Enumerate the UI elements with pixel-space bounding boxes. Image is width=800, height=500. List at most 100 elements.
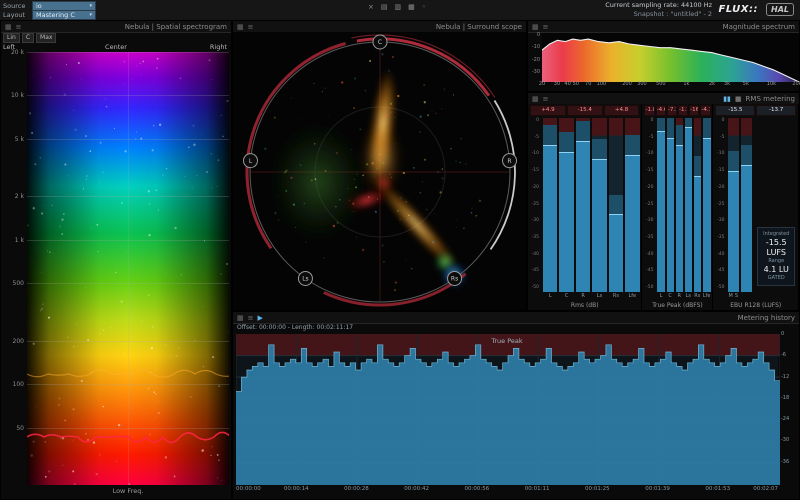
toolbar-icon-3[interactable]: ▦ (408, 3, 415, 11)
channel-meter (741, 118, 752, 292)
time-tick-label: 00:00:56 (465, 486, 490, 492)
readout-value: -4.6 (656, 105, 666, 116)
surround-scope-visual: CLRLsRs (233, 32, 526, 310)
panel-grid-icon[interactable]: ▦ (237, 22, 244, 32)
panel-grid-icon[interactable]: ▦ (532, 94, 539, 104)
toolbar-icon-2[interactable]: ▥ (395, 3, 402, 11)
scale-tick-label: -10 (646, 151, 653, 156)
spectrogram-mode-button[interactable]: Lin (3, 33, 20, 43)
spectrum-display[interactable] (542, 33, 797, 82)
meter-scale: 0-5-10-15-20-25-30-35-40-45-50 (642, 118, 655, 292)
channel-meter (609, 118, 623, 292)
channel-label: R (576, 293, 590, 301)
spectrum-freq-label: 20 (539, 81, 545, 87)
spectrogram-mode-button[interactable]: Max (36, 33, 56, 43)
channel-label: C (667, 293, 674, 301)
ebu-range-label: Range (759, 258, 793, 265)
readout-value: -4.1 (700, 105, 710, 116)
channel-meter (657, 118, 664, 292)
ebu-gate-label: GATED (759, 275, 793, 282)
channel-label: Lfe (625, 293, 639, 301)
readout-row: -15.5-13.7 (713, 104, 798, 117)
panel-menu-icon[interactable]: ≡ (16, 22, 22, 32)
sampling-rate-text: Current sampling rate: 44100 Hz (605, 1, 712, 10)
channel-meter (559, 118, 573, 292)
channel-meter (703, 118, 710, 292)
spectrum-freq-ticks: 20304050701002003005001k2k3k5k10k20k (542, 81, 797, 90)
snapshot-text: Snapshot : "untitled" - 2 (605, 10, 712, 19)
ebu-info-box: Integrated-15.5 LUFSRange4.1 LUGATED (757, 227, 795, 286)
scope-display[interactable]: CLRLsRs (233, 32, 526, 310)
panel-menu-icon[interactable]: ≡ (543, 94, 549, 104)
scale-tick-label: -30 (646, 218, 653, 223)
meter-caption: Rms (dB) (528, 301, 641, 310)
spectrum-freq-label: 20k (792, 81, 800, 87)
readout-value: -7.3 (667, 105, 677, 116)
scale-tick-label: -35 (717, 235, 724, 240)
meter-fill (685, 127, 692, 292)
channel-label-row: MS (713, 293, 798, 301)
scale-tick-label: -40 (717, 252, 724, 257)
stop-icon[interactable]: ■ (735, 94, 742, 104)
history-db-label: -18 (781, 396, 789, 401)
scale-tick-label: -20 (717, 185, 724, 190)
channel-meter (625, 118, 639, 292)
time-tick-label: 00:02:07 (753, 486, 778, 492)
scale-tick-label: -50 (717, 285, 724, 290)
panel-menu-icon[interactable]: ≡ (543, 22, 549, 32)
meter-scale: 0-5-10-15-20-25-30-35-40-45-50 (528, 118, 541, 292)
layout-select[interactable]: Mastering C ▾ (32, 10, 96, 20)
freq-tick-label: 1 k (15, 238, 24, 244)
scale-tick-label: -15 (717, 168, 724, 173)
channel-meter (728, 118, 739, 292)
freq-tick-label: 20 k (11, 50, 24, 56)
channel-label-row: LCRLsRsLfe (642, 293, 712, 301)
toolbar-icon-0[interactable]: × (368, 3, 374, 11)
panel-menu-icon[interactable]: ≡ (248, 22, 254, 32)
toolbar-icon-1[interactable]: ▤ (381, 3, 388, 11)
panel-grid-icon[interactable]: ▦ (237, 313, 244, 323)
scale-tick-label: -15 (532, 168, 539, 173)
channel-meter (576, 118, 590, 292)
channel-meter (685, 118, 692, 292)
spectrum-freq-label: 3k (724, 81, 730, 87)
panel-menu-icon[interactable]: ≡ (248, 313, 254, 323)
panel-title: Magnitude spectrum (723, 23, 795, 31)
spectrogram-header: ▦ ≡ Nebula | Spatial spectrogram (1, 21, 231, 33)
surround-scope-panel: ▦ ≡ Nebula | Surround scope (232, 20, 527, 311)
channel-meter (592, 118, 606, 292)
scale-tick-label: -10 (717, 151, 724, 156)
scale-tick-label: -5 (720, 135, 725, 140)
ebu-range-value: 4.1 LU (759, 265, 793, 275)
toolbar-icon-4[interactable]: ◦ (422, 3, 426, 11)
history-offset-text: Offset: 00:00:00 - Length: 00:02:11:17 (237, 324, 353, 331)
history-db-label: -12 (781, 375, 789, 380)
svg-text:R: R (507, 158, 511, 165)
spectrogram-display[interactable] (27, 52, 229, 485)
flux-logo: FLUX:: (719, 4, 758, 15)
meter-fill (559, 152, 573, 292)
spectrum-freq-label: 1k (683, 81, 689, 87)
source-label: Source (3, 2, 29, 10)
history-chart[interactable]: True Peak (236, 334, 778, 483)
spectrum-db-label: -20 (532, 58, 540, 63)
speaker-marker-L: L (243, 154, 257, 168)
channel-label: Ls (592, 293, 606, 301)
time-tick-label: 00:00:42 (404, 486, 429, 492)
spectrogram-mode-button[interactable]: C (22, 33, 34, 43)
meter-bars (655, 118, 712, 292)
meter-fill (703, 138, 710, 292)
meter-body: 0-5-10-15-20-25-30-35-40-45-50 (642, 117, 712, 293)
meter-bars (726, 118, 754, 292)
panel-grid-icon[interactable]: ▦ (5, 22, 12, 32)
scale-tick-label: -5 (649, 135, 654, 140)
channel-meter (543, 118, 557, 292)
pause-icon[interactable]: ▮▮ (723, 94, 731, 104)
hal-logo: HAL (766, 3, 794, 16)
meter-fill (543, 145, 557, 292)
play-icon[interactable]: ▶ (258, 313, 263, 323)
scale-tick-label: -45 (717, 268, 724, 273)
panel-grid-icon[interactable]: ▦ (532, 22, 539, 32)
readout-value: -13.7 (756, 105, 796, 116)
channel-label-row: LCRLsRsLfe (528, 293, 641, 301)
